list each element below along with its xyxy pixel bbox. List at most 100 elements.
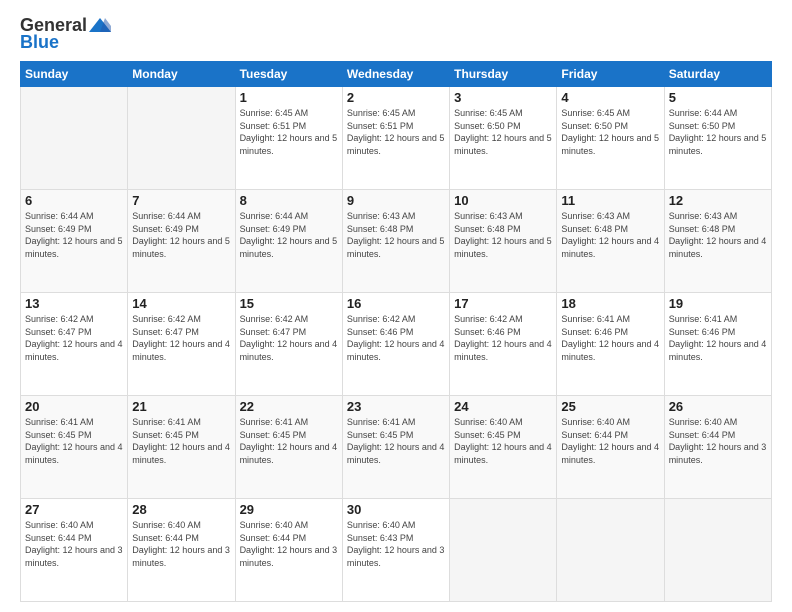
calendar-cell xyxy=(450,499,557,602)
day-number: 17 xyxy=(454,296,552,311)
calendar-week-4: 20 Sunrise: 6:41 AM Sunset: 6:45 PM Dayli… xyxy=(21,396,772,499)
day-info: Sunrise: 6:42 AM Sunset: 6:47 PM Dayligh… xyxy=(132,313,230,363)
day-number: 4 xyxy=(561,90,659,105)
logo-triangle-icon xyxy=(89,16,111,34)
col-header-monday: Monday xyxy=(128,62,235,87)
day-number: 27 xyxy=(25,502,123,517)
day-number: 12 xyxy=(669,193,767,208)
day-info: Sunrise: 6:43 AM Sunset: 6:48 PM Dayligh… xyxy=(454,210,552,260)
calendar-cell: 15 Sunrise: 6:42 AM Sunset: 6:47 PM Dayli… xyxy=(235,293,342,396)
calendar-week-5: 27 Sunrise: 6:40 AM Sunset: 6:44 PM Dayli… xyxy=(21,499,772,602)
day-info: Sunrise: 6:41 AM Sunset: 6:46 PM Dayligh… xyxy=(669,313,767,363)
col-header-friday: Friday xyxy=(557,62,664,87)
day-info: Sunrise: 6:41 AM Sunset: 6:45 PM Dayligh… xyxy=(132,416,230,466)
day-info: Sunrise: 6:44 AM Sunset: 6:49 PM Dayligh… xyxy=(240,210,338,260)
calendar-cell: 16Sunrise: 6:42 AM Sunset: 6:46 PM Dayli… xyxy=(342,293,449,396)
day-number: 11 xyxy=(561,193,659,208)
calendar-cell: 4Sunrise: 6:45 AM Sunset: 6:50 PM Daylig… xyxy=(557,87,664,190)
day-info: Sunrise: 6:44 AM Sunset: 6:49 PM Dayligh… xyxy=(132,210,230,260)
calendar-cell xyxy=(557,499,664,602)
day-number: 1 xyxy=(240,90,338,105)
day-number: 16 xyxy=(347,296,445,311)
calendar-cell: 6 Sunrise: 6:44 AM Sunset: 6:49 PM Daylig… xyxy=(21,190,128,293)
day-number: 13 xyxy=(25,296,123,311)
day-info: Sunrise: 6:45 AM Sunset: 6:51 PM Dayligh… xyxy=(240,107,338,157)
day-info: Sunrise: 6:42 AM Sunset: 6:46 PM Dayligh… xyxy=(454,313,552,363)
calendar-cell: 10 Sunrise: 6:43 AM Sunset: 6:48 PM Dayli… xyxy=(450,190,557,293)
calendar-cell xyxy=(664,499,771,602)
page: General Blue SundayMondayTuesdayWednesda… xyxy=(0,0,792,612)
day-number: 25 xyxy=(561,399,659,414)
day-number: 14 xyxy=(132,296,230,311)
calendar-cell: 8 Sunrise: 6:44 AM Sunset: 6:49 PM Daylig… xyxy=(235,190,342,293)
calendar-cell: 2Sunrise: 6:45 AM Sunset: 6:51 PM Daylig… xyxy=(342,87,449,190)
calendar-week-2: 6 Sunrise: 6:44 AM Sunset: 6:49 PM Daylig… xyxy=(21,190,772,293)
day-number: 7 xyxy=(132,193,230,208)
calendar-cell: 19 Sunrise: 6:41 AM Sunset: 6:46 PM Dayli… xyxy=(664,293,771,396)
logo-blue-text: Blue xyxy=(20,32,59,53)
day-info: Sunrise: 6:40 AM Sunset: 6:45 PM Dayligh… xyxy=(454,416,552,466)
day-number: 8 xyxy=(240,193,338,208)
calendar-cell: 21 Sunrise: 6:41 AM Sunset: 6:45 PM Dayli… xyxy=(128,396,235,499)
day-number: 24 xyxy=(454,399,552,414)
calendar-week-1: 1 Sunrise: 6:45 AM Sunset: 6:51 PM Daylig… xyxy=(21,87,772,190)
day-info: Sunrise: 6:43 AM Sunset: 6:48 PM Dayligh… xyxy=(347,210,445,260)
calendar-cell: 3 Sunrise: 6:45 AM Sunset: 6:50 PM Daylig… xyxy=(450,87,557,190)
col-header-sunday: Sunday xyxy=(21,62,128,87)
day-number: 3 xyxy=(454,90,552,105)
day-info: Sunrise: 6:40 AM Sunset: 6:44 PM Dayligh… xyxy=(669,416,767,466)
calendar-cell xyxy=(128,87,235,190)
calendar-cell: 22Sunrise: 6:41 AM Sunset: 6:45 PM Dayli… xyxy=(235,396,342,499)
calendar-cell xyxy=(21,87,128,190)
day-number: 2 xyxy=(347,90,445,105)
day-info: Sunrise: 6:40 AM Sunset: 6:44 PM Dayligh… xyxy=(240,519,338,569)
day-info: Sunrise: 6:44 AM Sunset: 6:50 PM Dayligh… xyxy=(669,107,767,157)
day-number: 21 xyxy=(132,399,230,414)
calendar-header-row: SundayMondayTuesdayWednesdayThursdayFrid… xyxy=(21,62,772,87)
day-info: Sunrise: 6:43 AM Sunset: 6:48 PM Dayligh… xyxy=(561,210,659,260)
day-number: 19 xyxy=(669,296,767,311)
day-number: 15 xyxy=(240,296,338,311)
day-number: 28 xyxy=(132,502,230,517)
col-header-saturday: Saturday xyxy=(664,62,771,87)
day-number: 22 xyxy=(240,399,338,414)
day-info: Sunrise: 6:44 AM Sunset: 6:49 PM Dayligh… xyxy=(25,210,123,260)
day-number: 5 xyxy=(669,90,767,105)
day-number: 10 xyxy=(454,193,552,208)
day-info: Sunrise: 6:42 AM Sunset: 6:47 PM Dayligh… xyxy=(240,313,338,363)
logo: General Blue xyxy=(20,15,113,53)
calendar-cell: 24 Sunrise: 6:40 AM Sunset: 6:45 PM Dayli… xyxy=(450,396,557,499)
day-number: 6 xyxy=(25,193,123,208)
calendar-cell: 7 Sunrise: 6:44 AM Sunset: 6:49 PM Daylig… xyxy=(128,190,235,293)
day-number: 30 xyxy=(347,502,445,517)
day-info: Sunrise: 6:40 AM Sunset: 6:44 PM Dayligh… xyxy=(132,519,230,569)
calendar-cell: 28 Sunrise: 6:40 AM Sunset: 6:44 PM Dayli… xyxy=(128,499,235,602)
calendar-cell: 25 Sunrise: 6:40 AM Sunset: 6:44 PM Dayli… xyxy=(557,396,664,499)
calendar-cell: 14 Sunrise: 6:42 AM Sunset: 6:47 PM Dayli… xyxy=(128,293,235,396)
calendar-week-3: 13 Sunrise: 6:42 AM Sunset: 6:47 PM Dayli… xyxy=(21,293,772,396)
day-number: 20 xyxy=(25,399,123,414)
day-number: 18 xyxy=(561,296,659,311)
day-info: Sunrise: 6:43 AM Sunset: 6:48 PM Dayligh… xyxy=(669,210,767,260)
day-number: 26 xyxy=(669,399,767,414)
calendar-cell: 12 Sunrise: 6:43 AM Sunset: 6:48 PM Dayli… xyxy=(664,190,771,293)
col-header-wednesday: Wednesday xyxy=(342,62,449,87)
calendar-cell: 13Sunrise: 6:42 AM Sunset: 6:47 PM Dayli… xyxy=(21,293,128,396)
day-info: Sunrise: 6:45 AM Sunset: 6:50 PM Dayligh… xyxy=(454,107,552,157)
calendar-cell: 17 Sunrise: 6:42 AM Sunset: 6:46 PM Dayli… xyxy=(450,293,557,396)
calendar-cell: 23 Sunrise: 6:41 AM Sunset: 6:45 PM Dayli… xyxy=(342,396,449,499)
day-number: 29 xyxy=(240,502,338,517)
day-info: Sunrise: 6:40 AM Sunset: 6:44 PM Dayligh… xyxy=(561,416,659,466)
day-info: Sunrise: 6:41 AM Sunset: 6:45 PM Dayligh… xyxy=(347,416,445,466)
calendar-cell: 18Sunrise: 6:41 AM Sunset: 6:46 PM Dayli… xyxy=(557,293,664,396)
day-info: Sunrise: 6:41 AM Sunset: 6:45 PM Dayligh… xyxy=(25,416,123,466)
header: General Blue xyxy=(20,15,772,53)
day-number: 23 xyxy=(347,399,445,414)
day-info: Sunrise: 6:40 AM Sunset: 6:43 PM Dayligh… xyxy=(347,519,445,569)
calendar-cell: 29 Sunrise: 6:40 AM Sunset: 6:44 PM Dayli… xyxy=(235,499,342,602)
calendar-cell: 26 Sunrise: 6:40 AM Sunset: 6:44 PM Dayli… xyxy=(664,396,771,499)
calendar-cell: 27Sunrise: 6:40 AM Sunset: 6:44 PM Dayli… xyxy=(21,499,128,602)
calendar-cell: 20 Sunrise: 6:41 AM Sunset: 6:45 PM Dayli… xyxy=(21,396,128,499)
day-number: 9 xyxy=(347,193,445,208)
calendar-cell: 30 Sunrise: 6:40 AM Sunset: 6:43 PM Dayli… xyxy=(342,499,449,602)
